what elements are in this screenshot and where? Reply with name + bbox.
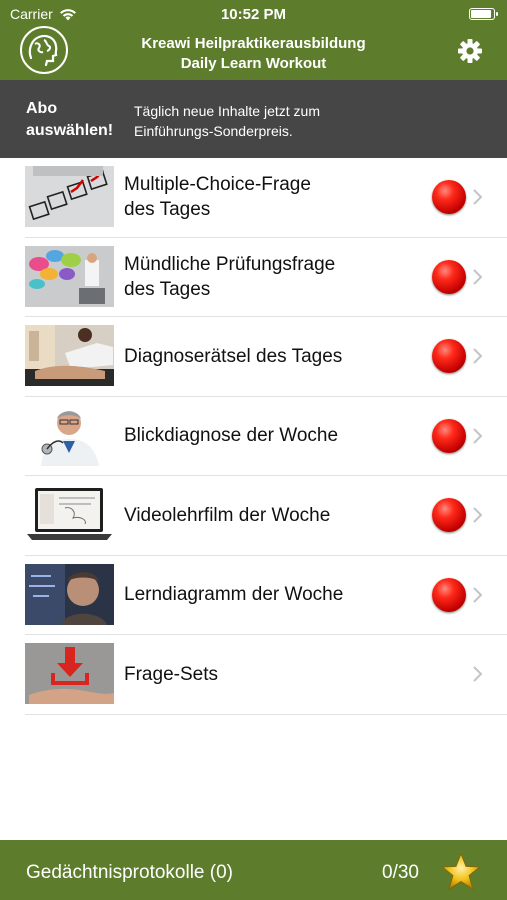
- memory-protocols-label[interactable]: Gedächtnisprotokolle (0): [26, 862, 233, 884]
- speech-bubbles-image: [25, 245, 114, 307]
- chevron-right-icon: [473, 189, 483, 205]
- battery-icon: [469, 8, 498, 20]
- list-item-oral-exam[interactable]: Mündliche Prüfungsfrage des Tages: [25, 238, 507, 317]
- app-title-line2: Daily Learn Workout: [180, 55, 327, 72]
- new-content-indicator: [432, 339, 466, 373]
- chevron-right-icon: [473, 348, 483, 364]
- list-item-label: Frage-Sets: [124, 635, 414, 713]
- doctor-stethoscope-image: [25, 404, 114, 466]
- status-bar: Carrier 10:52 PM: [0, 0, 507, 28]
- head-globe-icon[interactable]: [20, 26, 68, 74]
- gear-icon[interactable]: [457, 38, 483, 64]
- man-diagram-image: [25, 563, 114, 625]
- progress-count: 0/30: [382, 862, 419, 883]
- physiotherapy-image: [25, 325, 114, 386]
- list-item-label-line1: Frage-Sets: [124, 663, 218, 685]
- list-item-learning-diagram[interactable]: Lerndiagramm der Woche: [25, 556, 507, 635]
- list-item-label-line1: Diagnoserätsel des Tages: [124, 345, 343, 367]
- promo-text-line2: Einführungs-Sonderpreis.: [134, 123, 293, 139]
- new-content-indicator: [432, 259, 466, 294]
- bottom-bar[interactable]: Gedächtnisprotokolle (0) 0/30: [0, 840, 507, 900]
- checkbox-ballot-image: [25, 166, 114, 227]
- chevron-right-icon: [473, 507, 483, 523]
- laptop-video-image: [25, 484, 114, 545]
- subscription-banner[interactable]: Abo auswählen! Täglich neue Inhalte jetz…: [0, 80, 507, 158]
- chevron-right-icon: [473, 586, 483, 603]
- promo-text: Täglich neue Inhalte jetzt zum Einführun…: [134, 101, 394, 141]
- list-item-label-line1: Blickdiagnose der Woche: [124, 425, 339, 446]
- new-content-indicator: [432, 577, 466, 612]
- subscribe-button[interactable]: Abo auswählen!: [26, 98, 126, 142]
- list-item-label: Lerndiagramm der Woche: [124, 556, 414, 634]
- subscribe-button-line2: auswählen!: [26, 122, 114, 139]
- star-icon[interactable]: [441, 852, 481, 892]
- list-item-diagnosis-puzzle[interactable]: Diagnoserätsel des Tages: [25, 317, 507, 397]
- status-time: 10:52 PM: [220, 6, 287, 23]
- list-item-question-sets[interactable]: Frage-Sets: [25, 635, 507, 715]
- list-item-label-line2: des Tages: [124, 278, 211, 300]
- list-item-label: Mündliche Prüfungsfrage des Tages: [124, 238, 414, 316]
- app-title: Kreawi Heilpraktikerausbildung Daily Lea…: [90, 34, 417, 74]
- app-title-line1: Kreawi Heilpraktikerausbildung: [141, 35, 366, 52]
- promo-text-line1: Täglich neue Inhalte jetzt zum: [134, 103, 320, 119]
- download-hand-image: [25, 643, 114, 704]
- top-bar: Carrier 10:52 PM Kreawi Heilpraktikeraus…: [0, 0, 507, 80]
- list-item-label-line1: Videolehrfilm der Woche: [124, 504, 331, 526]
- list-item-label: Blickdiagnose der Woche: [124, 397, 414, 475]
- list-item-label: Multiple-Choice-Frage des Tages: [124, 158, 414, 236]
- list-item-multiple-choice[interactable]: Multiple-Choice-Frage des Tages: [25, 158, 507, 238]
- list-item-visual-diagnosis[interactable]: Blickdiagnose der Woche: [25, 397, 507, 476]
- chevron-right-icon: [473, 666, 483, 682]
- list-item-label-line1: Mündliche Prüfungsfrage: [124, 253, 336, 275]
- list-item-label: Diagnoserätsel des Tages: [124, 317, 414, 395]
- list-item-label: Videolehrfilm der Woche: [124, 476, 414, 554]
- list-item-label-line1: Multiple-Choice-Frage: [124, 174, 311, 195]
- new-content-indicator: [432, 498, 466, 532]
- list-item-video-lesson[interactable]: Videolehrfilm der Woche: [25, 476, 507, 556]
- new-content-indicator: [432, 418, 466, 453]
- chevron-right-icon: [473, 268, 483, 285]
- chevron-right-icon: [473, 427, 483, 444]
- list-item-label-line1: Lerndiagramm der Woche: [124, 584, 344, 605]
- content-list: Multiple-Choice-Frage des Tages Mündlich…: [0, 158, 507, 715]
- list-item-label-line2: des Tages: [124, 199, 211, 220]
- subscribe-button-line1: Abo: [26, 100, 58, 117]
- nav-bar: Kreawi Heilpraktikerausbildung Daily Lea…: [0, 26, 507, 80]
- new-content-indicator: [432, 180, 466, 214]
